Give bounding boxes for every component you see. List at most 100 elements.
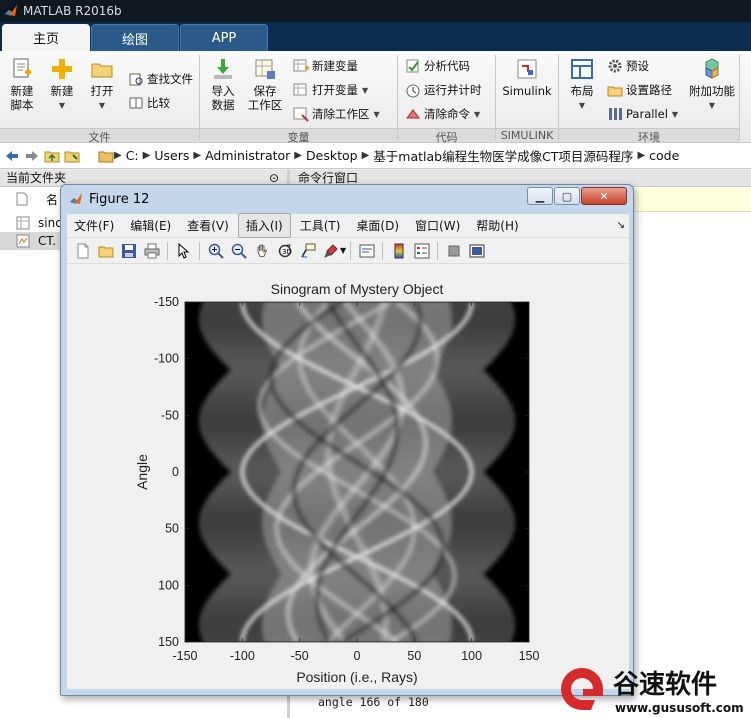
layout-button[interactable]: 布局 ▼: [560, 56, 604, 113]
chevron-down-icon: ▼: [708, 101, 716, 110]
sinogram-render: [198, 302, 516, 642]
breadcrumb-item[interactable]: C:: [126, 148, 139, 163]
rotate-3d-icon[interactable]: 3D: [277, 243, 293, 259]
toolbar-separator: [382, 241, 384, 260]
figure-file-icon: [16, 216, 30, 230]
run-and-time-button[interactable]: 运行并计时: [405, 80, 482, 100]
watermark-url: www.gususoft.com: [615, 701, 744, 715]
breadcrumb-item[interactable]: code: [649, 148, 679, 163]
new-figure-icon[interactable]: [75, 243, 91, 259]
save-icon[interactable]: [121, 243, 137, 259]
zoom-in-icon[interactable]: [208, 243, 224, 259]
maximize-button[interactable]: ▢: [554, 187, 580, 205]
compare-button[interactable]: 比较: [128, 93, 170, 113]
menu-file[interactable]: 文件(F): [67, 214, 121, 237]
import-data-label: 导入 数据: [211, 84, 235, 112]
import-data-button[interactable]: 导入 数据: [201, 56, 245, 112]
menu-insert[interactable]: 插入(I): [237, 213, 291, 238]
current-folder-title: 当前文件夹: [6, 171, 67, 185]
data-cursor-icon[interactable]: [300, 243, 316, 259]
find-files-button[interactable]: 查找文件: [128, 69, 193, 89]
link-plot-icon[interactable]: [359, 243, 375, 259]
back-arrow-icon[interactable]: [4, 148, 20, 164]
preferences-button[interactable]: 预设: [607, 56, 649, 76]
simulink-button[interactable]: Simulink: [502, 56, 552, 98]
close-button[interactable]: ✕: [581, 187, 627, 205]
add-ons-icon: [705, 58, 719, 79]
tab-plots[interactable]: 绘图: [91, 24, 179, 51]
dock-arrow-icon[interactable]: ↘: [617, 220, 625, 231]
tab-apps[interactable]: APP: [180, 24, 268, 51]
parallel-button[interactable]: Parallel ▼: [607, 104, 678, 124]
menu-window[interactable]: 窗口(W): [408, 214, 467, 237]
set-path-icon: [607, 86, 623, 97]
sinogram-chart[interactable]: -150 -100 -50 0 50 100 150 -150 -100 -50 0 50 100 15…: [67, 264, 629, 689]
breadcrumb-separator-icon: ▶: [361, 150, 370, 161]
new-script-label: 新建 脚本: [10, 84, 34, 112]
breadcrumb-item[interactable]: Users: [154, 148, 189, 163]
save-workspace-label: 保存 工作区: [247, 84, 283, 112]
tab-plots-label: 绘图: [121, 32, 148, 48]
open-button[interactable]: 打开 ▼: [80, 56, 124, 113]
brush-icon[interactable]: [323, 243, 339, 259]
pointer-icon[interactable]: [176, 242, 192, 259]
save-workspace-button[interactable]: 保存 工作区: [243, 56, 287, 112]
set-path-button[interactable]: 设置路径: [607, 80, 672, 100]
menu-view[interactable]: 查看(V): [180, 214, 236, 237]
new-variable-button[interactable]: 新建变量: [293, 56, 358, 76]
show-plot-tools-icon[interactable]: [469, 243, 485, 259]
column-header-name[interactable]: 名: [16, 190, 58, 208]
browse-folder-icon[interactable]: [64, 148, 80, 164]
maximize-icon: ▢: [561, 189, 573, 203]
minimize-button[interactable]: ▁: [527, 187, 553, 205]
analyze-code-icon: [406, 59, 419, 73]
breadcrumb-item[interactable]: Desktop: [306, 148, 358, 163]
open-file-icon[interactable]: [98, 243, 114, 259]
menu-help[interactable]: 帮助(H): [469, 214, 525, 237]
open-variable-icon: [293, 83, 307, 96]
clear-workspace-icon: [293, 107, 309, 122]
open-variable-label: 打开变量: [312, 83, 358, 97]
compare-label: 比较: [147, 96, 170, 110]
open-label: 打开: [90, 84, 114, 98]
app-title: MATLAB R2016b: [23, 4, 122, 18]
add-ons-button[interactable]: 附加功能 ▼: [688, 56, 736, 113]
figure-canvas[interactable]: -150 -100 -50 0 50 100 150 -150 -100 -50 0 50 100 15…: [67, 264, 629, 689]
menu-edit[interactable]: 编辑(E): [123, 214, 178, 237]
forward-arrow-icon[interactable]: [24, 148, 40, 164]
legend-icon[interactable]: [414, 243, 430, 259]
breadcrumb-item[interactable]: 基于matlab编程生物医学成像CT项目源码程序: [373, 146, 633, 165]
up-folder-icon[interactable]: [44, 148, 60, 164]
x-tick-label: -150: [172, 649, 197, 663]
pan-hand-icon[interactable]: [254, 243, 270, 259]
new-script-button[interactable]: 新建 脚本: [0, 56, 44, 112]
clear-workspace-button[interactable]: 清除工作区 ▼: [293, 104, 380, 124]
matlab-logo-icon: [5, 5, 17, 16]
folder-icon: [98, 148, 114, 164]
clear-commands-button[interactable]: 清除命令 ▼: [405, 104, 480, 124]
layout-icon: [571, 59, 593, 79]
tab-home[interactable]: 主页: [2, 24, 90, 51]
analyze-code-label: 分析代码: [424, 59, 470, 73]
tab-home-label: 主页: [32, 32, 59, 47]
new-button[interactable]: 新建 ▼: [40, 56, 84, 113]
address-bar[interactable]: ▶ C: ▶ Users ▶ Administrator ▶ Desktop ▶…: [0, 143, 751, 169]
breadcrumb-item[interactable]: Administrator: [205, 148, 290, 163]
figure-window[interactable]: Figure 12 ▁ ▢ ✕ 文件(F) 编辑(E) 查看(V) 插入(I) …: [60, 184, 634, 696]
breadcrumb-separator-icon: ▶: [142, 150, 151, 161]
chevron-down-icon[interactable]: ▼: [340, 246, 346, 255]
colorbar-icon[interactable]: [391, 243, 407, 259]
menu-tools[interactable]: 工具(T): [293, 214, 348, 237]
hide-plot-tools-icon[interactable]: [446, 243, 462, 259]
zoom-out-icon[interactable]: [231, 243, 247, 259]
y-tick-label: 50: [165, 522, 179, 536]
print-icon[interactable]: [144, 243, 160, 259]
open-variable-button[interactable]: 打开变量 ▼: [293, 80, 368, 100]
analyze-code-button[interactable]: 分析代码: [405, 56, 470, 76]
menu-desktop[interactable]: 桌面(D): [349, 214, 406, 237]
y-axis-label: Angle: [134, 454, 150, 490]
x-tick-label: 50: [407, 649, 421, 663]
list-item[interactable]: sino: [16, 214, 63, 232]
group-simulink-label: SIMULINK: [496, 128, 558, 142]
gear-icon: [608, 59, 622, 73]
